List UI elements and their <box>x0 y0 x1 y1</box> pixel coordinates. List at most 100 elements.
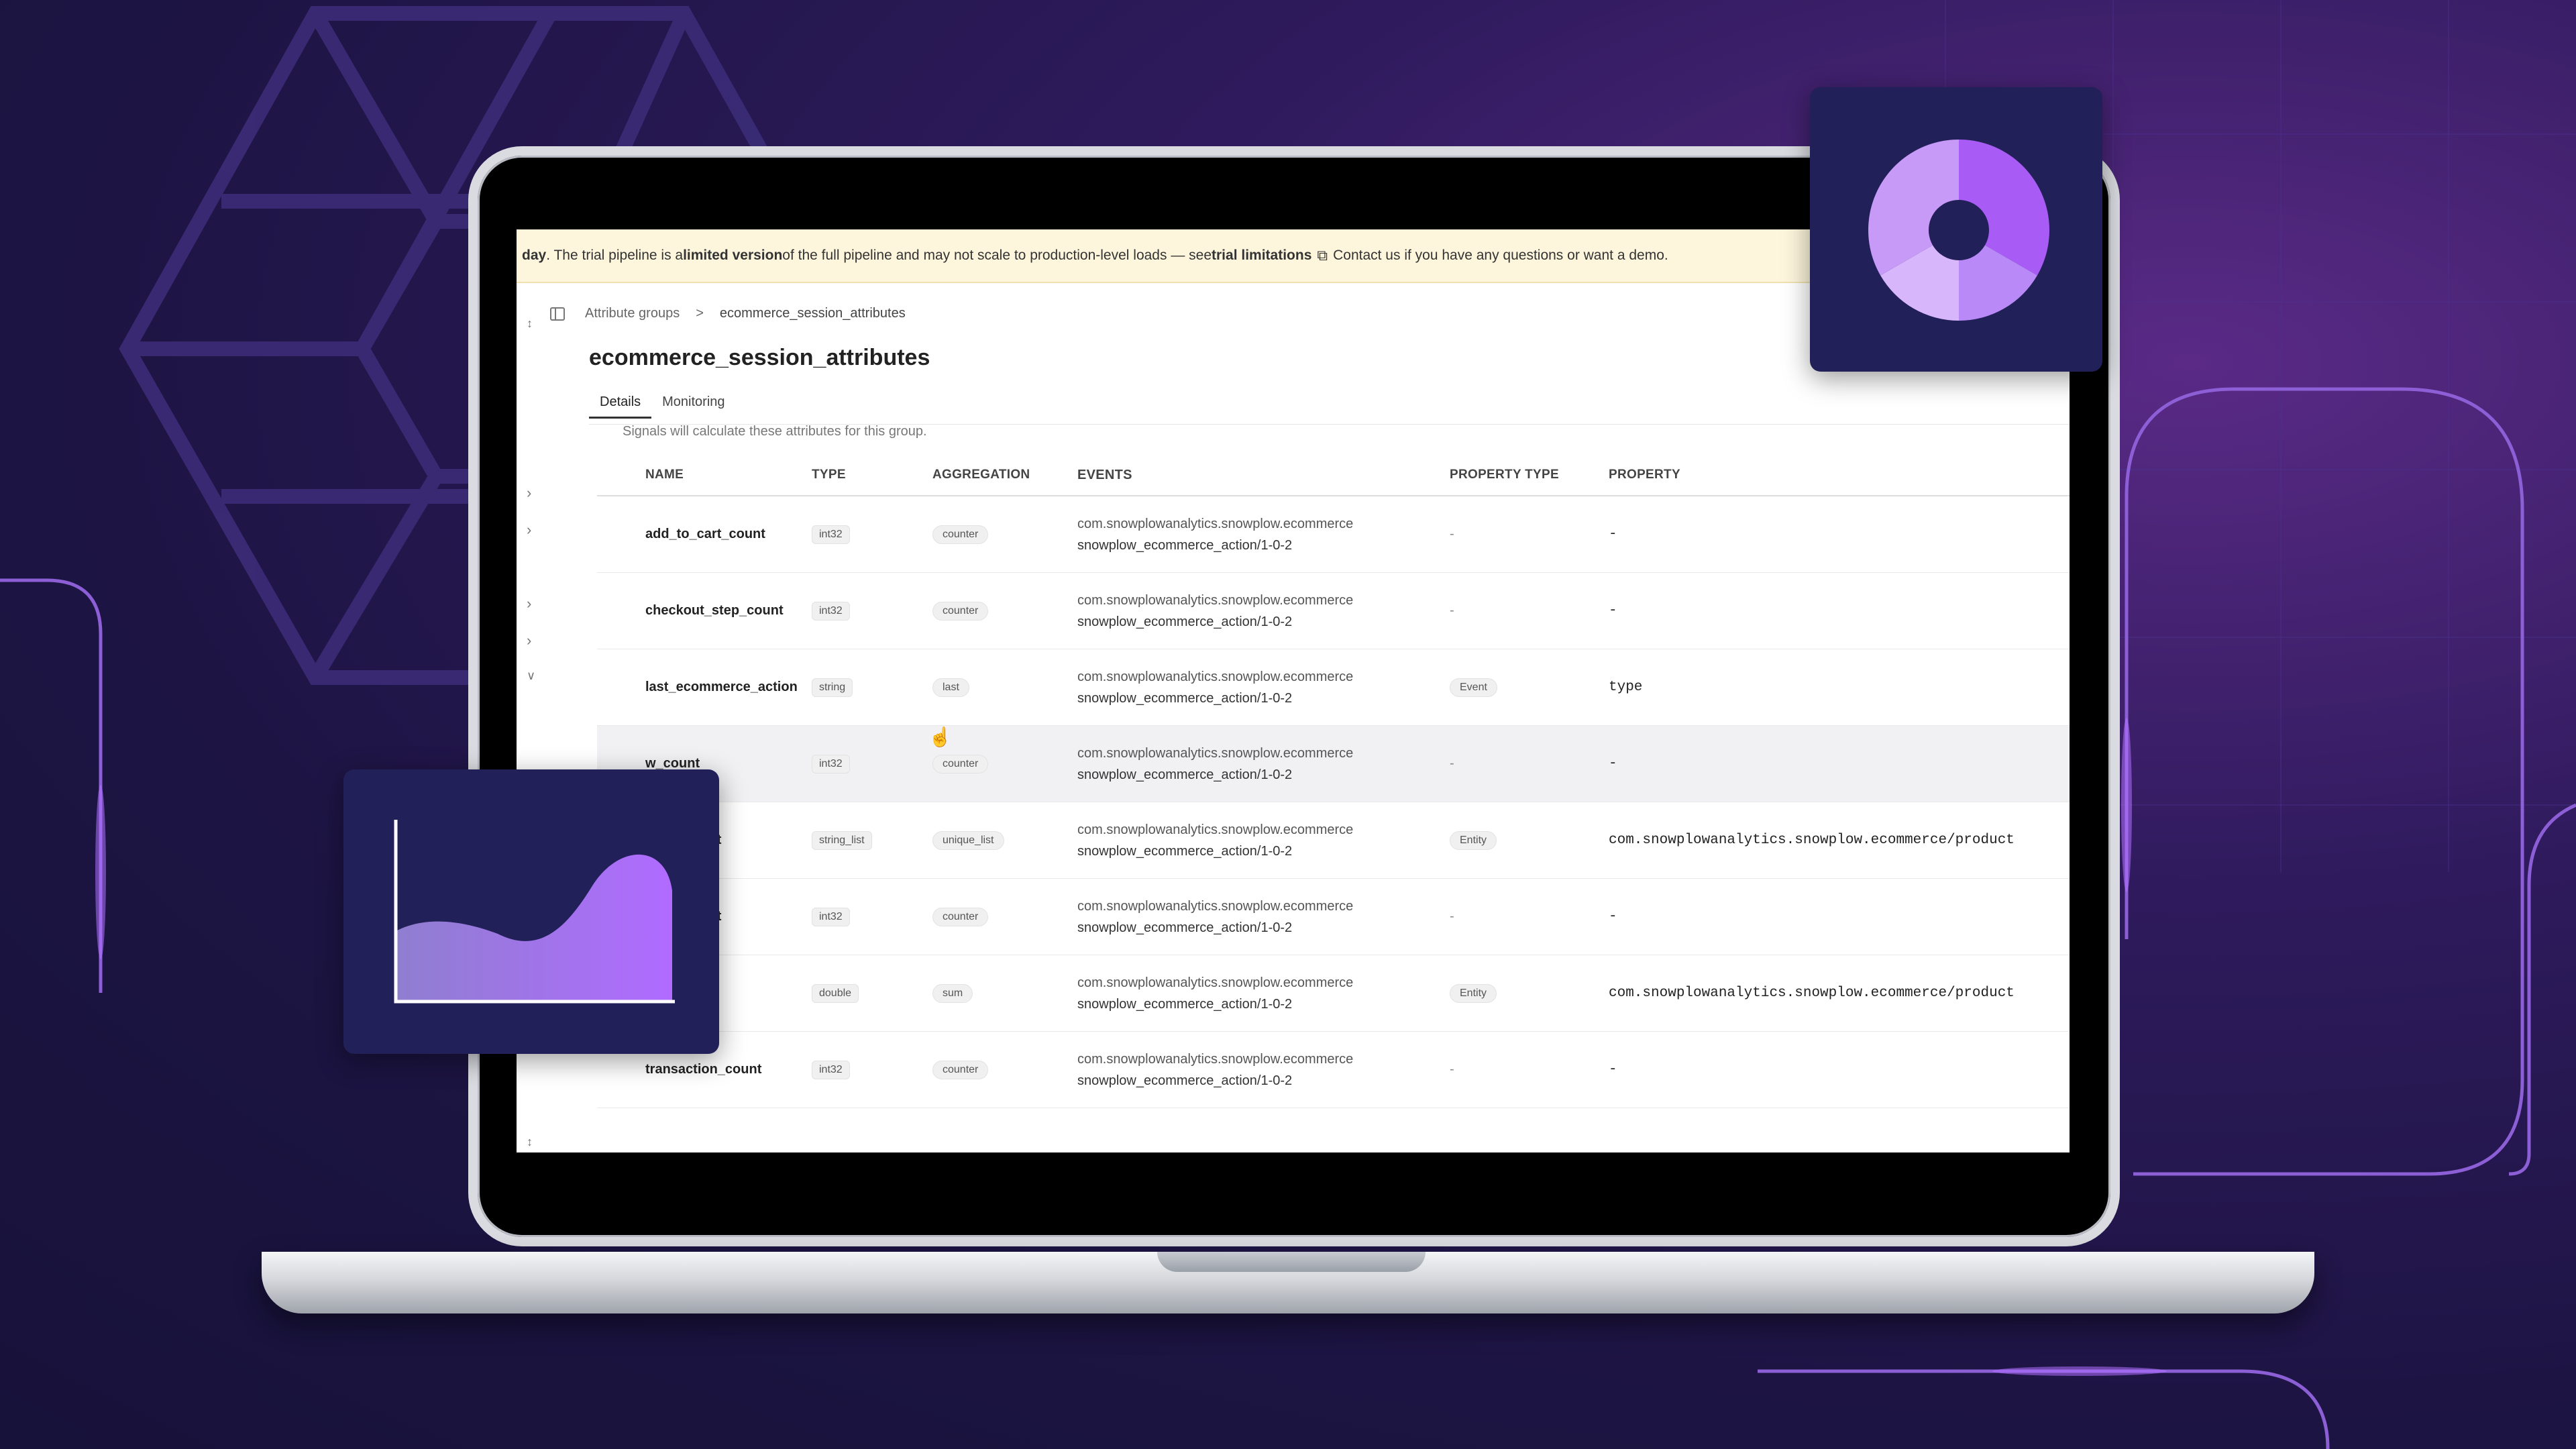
event-schema: snowplow_ecommerce_action/1-0-2 <box>1077 537 1293 553</box>
property-type-cell: Entity <box>1450 830 1609 850</box>
type-cell: string <box>812 678 932 697</box>
donut-chart-icon <box>1868 140 2049 321</box>
event-vendor: com.snowplowanalytics.snowplow.ecommerce <box>1077 898 1354 914</box>
table-row[interactable]: last_ecommerce_action string last com.snowp… <box>597 649 2070 726</box>
type-badge: string_list <box>812 830 872 850</box>
breadcrumb-current: ecommerce_session_attributes <box>719 306 906 321</box>
column-header-aggregation: AGGREGATION <box>932 468 1030 482</box>
property-cell: - <box>1609 527 1617 542</box>
area-chart-icon <box>394 820 675 1004</box>
attribute-name: add_to_cart_count <box>645 527 765 541</box>
aggregation-badge: counter <box>932 754 989 773</box>
property-cell: - <box>1609 909 1617 924</box>
banner-text-1: . The trial pipeline is a <box>546 248 684 263</box>
property-type-cell: Event <box>1450 678 1609 697</box>
event-vendor: com.snowplowanalytics.snowplow.ecommerce <box>1077 516 1354 531</box>
collapse-toggle-icon[interactable]: ↕ <box>527 1135 533 1149</box>
type-badge: double <box>812 983 859 1003</box>
event-vendor: com.snowplowanalytics.snowplow.ecommerce <box>1077 592 1354 608</box>
event-schema: snowplow_ecommerce_action/1-0-2 <box>1077 843 1293 859</box>
type-cell: int32 <box>812 1060 932 1079</box>
chevron-right-icon[interactable]: › <box>527 632 531 649</box>
table-row[interactable]: checkout_step_count int32 counter com.snowp… <box>597 573 2070 649</box>
aggregation-badge: counter <box>932 601 989 621</box>
property-cell: com.snowplowanalytics.snowplow.ecommerce… <box>1609 985 2015 1001</box>
trial-limitations-link[interactable]: trial limitations <box>1212 248 1311 264</box>
event-vendor: com.snowplowanalytics.snowplow.ecommerce <box>1077 975 1354 990</box>
events-cell: com.snowplowanalytics.snowplow.ecommerce… <box>1077 743 1450 786</box>
column-header-property: PROPERTY <box>1609 468 1680 482</box>
aggregation-cell: counter <box>932 1060 1077 1079</box>
table-row[interactable]: ded_to_cartstring_listunique_listcom.sno… <box>597 802 2070 879</box>
property-type-badge: Entity <box>1450 983 1497 1003</box>
event-schema: snowplow_ecommerce_action/1-0-2 <box>1077 996 1293 1012</box>
event-vendor: com.snowplowanalytics.snowplow.ecommerce <box>1077 1051 1354 1067</box>
attribute-name: transaction_count <box>645 1062 762 1077</box>
aggregation-badge: sum <box>932 983 973 1003</box>
sidebar-toggle-icon[interactable] <box>550 307 565 321</box>
property-type-empty: - <box>1450 756 1454 771</box>
property-type-badge: Entity <box>1450 830 1497 850</box>
aggregation-cell: last <box>932 678 1077 697</box>
event-schema: snowplow_ecommerce_action/1-0-2 <box>1077 1073 1293 1088</box>
property-type-empty: - <box>1450 1062 1454 1077</box>
events-cell: com.snowplowanalytics.snowplow.ecommerce… <box>1077 590 1450 633</box>
events-cell: com.snowplowanalytics.snowplow.ecommerce… <box>1077 972 1450 1015</box>
aggregation-cell: unique_list <box>932 830 1077 850</box>
collapse-toggle-icon[interactable]: ↕ <box>527 317 533 331</box>
chevron-down-icon[interactable]: ∨ <box>527 669 535 683</box>
property-cell: - <box>1609 603 1617 619</box>
event-vendor: com.snowplowanalytics.snowplow.ecommerce <box>1077 745 1354 761</box>
table-row[interactable]: add_to_cart_count int32 counter com.snowplo… <box>597 496 2070 573</box>
section-description: Signals will calculate these attributes … <box>623 424 927 439</box>
property-type-empty: - <box>1450 603 1454 618</box>
property-type-cell: Entity <box>1450 983 1609 1003</box>
breadcrumb-separator: > <box>696 306 704 321</box>
chevron-right-icon[interactable]: › <box>527 484 531 502</box>
column-header-name: NAME <box>645 468 684 482</box>
event-vendor: com.snowplowanalytics.snowplow.ecommerce <box>1077 822 1354 837</box>
donut-chart-card <box>1810 87 2102 372</box>
property-cell: com.snowplowanalytics.snowplow.ecommerce… <box>1609 833 2015 848</box>
type-badge: int32 <box>812 525 850 544</box>
tab-details[interactable]: Details <box>589 394 652 419</box>
table-row[interactable]: w_count int32 counter com.snowplowanalytics… <box>597 726 2070 802</box>
chevron-right-icon[interactable]: › <box>527 521 531 539</box>
type-cell: int32 <box>812 754 932 773</box>
property-type-cell: - <box>1450 756 1609 771</box>
events-cell: com.snowplowanalytics.snowplow.ecommerce… <box>1077 896 1450 938</box>
event-schema: snowplow_ecommerce_action/1-0-2 <box>1077 690 1293 706</box>
property-cell: - <box>1609 756 1617 771</box>
breadcrumb-parent[interactable]: Attribute groups <box>585 306 680 321</box>
chevron-right-icon[interactable]: › <box>527 595 531 612</box>
banner-lead: day <box>522 248 547 263</box>
attribute-name: checkout_step_count <box>645 603 784 618</box>
event-schema: snowplow_ecommerce_action/1-0-2 <box>1077 767 1293 782</box>
table-header: NAME TYPE AGGREGATION EVENTS PROPERTY TY… <box>597 455 2070 496</box>
aggregation-cell: sum <box>932 983 1077 1003</box>
aggregation-cell: counter <box>932 601 1077 621</box>
events-cell: com.snowplowanalytics.snowplow.ecommerce… <box>1077 1049 1450 1091</box>
aggregation-cell: counter <box>932 525 1077 544</box>
aggregation-badge: counter <box>932 1060 989 1079</box>
breadcrumb: Attribute groups > ecommerce_session_att… <box>550 306 906 321</box>
events-cell: com.snowplowanalytics.snowplow.ecommerce… <box>1077 666 1450 709</box>
tab-monitoring[interactable]: Monitoring <box>651 394 735 419</box>
type-cell: double <box>812 983 932 1003</box>
property-type-cell: - <box>1450 527 1609 542</box>
events-cell: com.snowplowanalytics.snowplow.ecommerce… <box>1077 819 1450 862</box>
property-type-empty: - <box>1450 527 1454 541</box>
type-badge: int32 <box>812 754 850 773</box>
event-schema: snowplow_ecommerce_action/1-0-2 <box>1077 920 1293 935</box>
table-row[interactable]: se_valuedoublesumcom.snowplowanalytics.s… <box>597 955 2070 1032</box>
table-row[interactable]: _cart_countint32countercom.snowplowanaly… <box>597 879 2070 955</box>
aggregation-badge: unique_list <box>932 830 1004 850</box>
type-badge: int32 <box>812 1060 850 1079</box>
property-type-empty: - <box>1450 909 1454 924</box>
external-link-icon[interactable]: ⧉ <box>1317 247 1328 264</box>
property-cell: type <box>1609 680 1643 695</box>
aggregation-badge: counter <box>932 525 989 544</box>
table-row[interactable]: transaction_count int32 counter com.snowplo… <box>597 1032 2070 1108</box>
aggregation-cell: counter <box>932 754 1077 773</box>
area-chart-card <box>343 769 719 1054</box>
